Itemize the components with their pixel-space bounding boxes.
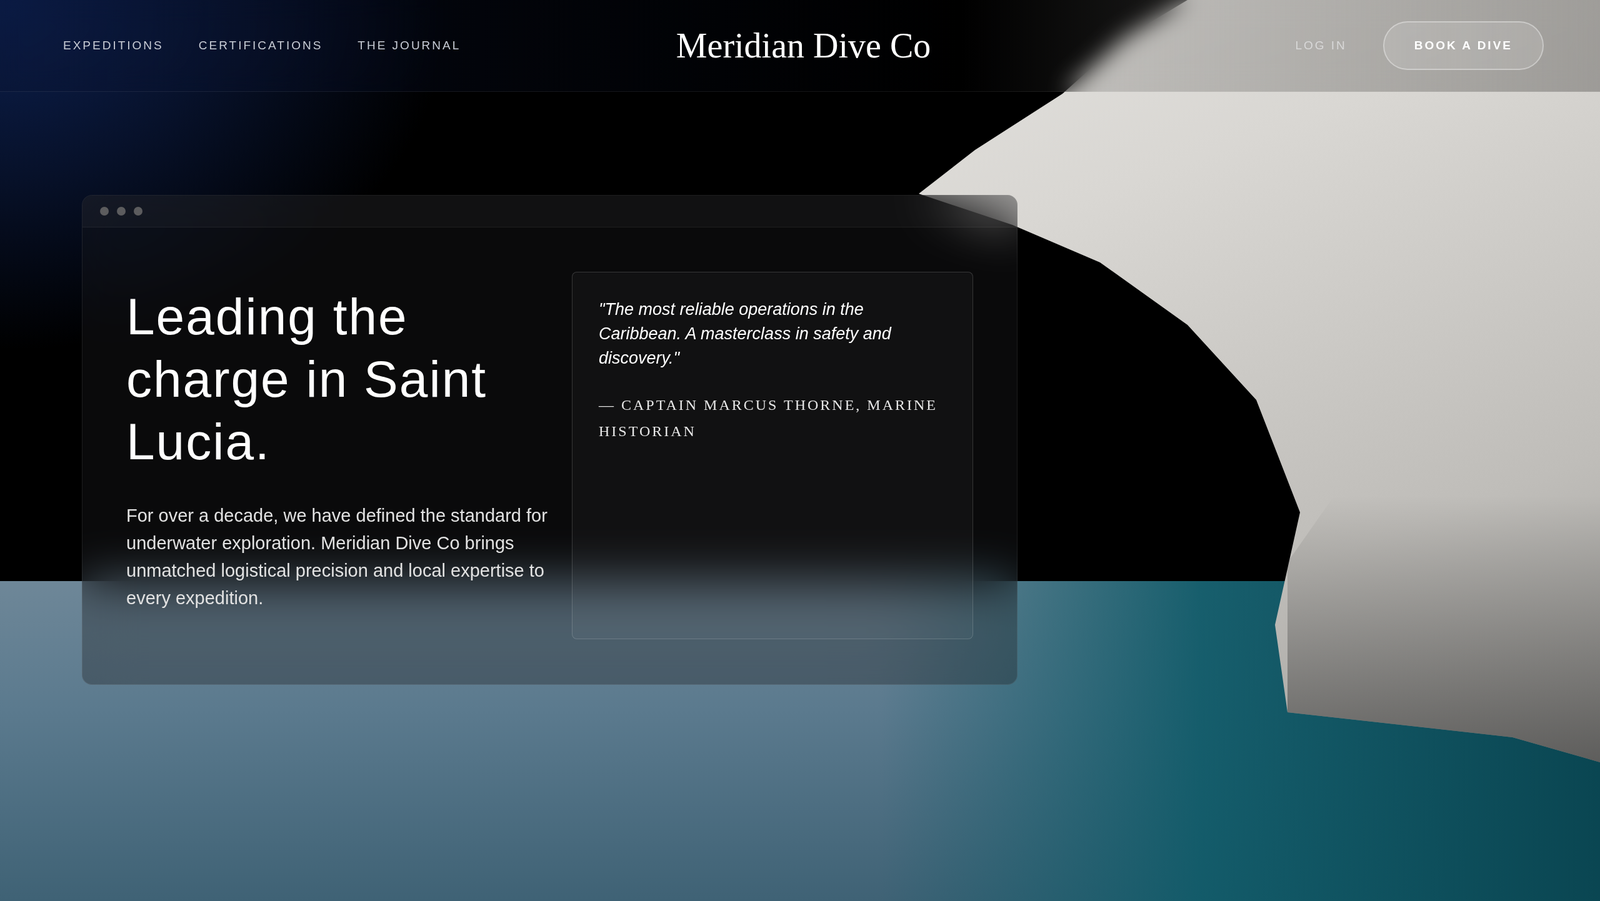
hero-heading: Leading the charge in Saint Lucia. [126,285,554,474]
nav-link[interactable]: THE JOURNAL [357,38,461,53]
hero-body: For over a decade, we have defined the s… [126,501,554,612]
hero-text: Leading the charge in Saint Lucia. For ov… [126,271,572,640]
window-dot [133,206,143,216]
top-nav: EXPEDITIONS CERTIFICATIONS THE JOURNAL Meri… [0,0,1600,92]
hero-card: Leading the charge in Saint Lucia. For ov… [81,195,1018,685]
nav-links: EXPEDITIONS CERTIFICATIONS THE JOURNAL [63,38,677,53]
testimonial-author: — CAPTAIN MARCUS THORNE, MARINE HISTORIA… [598,391,947,445]
window-bar [82,195,1017,228]
nav-actions: LOG IN BOOK A DIVE [930,21,1544,70]
logo[interactable]: Meridian Dive Co [676,25,931,66]
window-dot [116,206,126,216]
landing-page: EXPEDITIONS CERTIFICATIONS THE JOURNAL Meri… [0,0,1600,901]
testimonial-quote: "The most reliable operations in the Car… [598,297,947,371]
nav-link[interactable]: CERTIFICATIONS [198,38,324,53]
login-link[interactable]: LOG IN [1295,38,1347,53]
testimonial: "The most reliable operations in the Car… [571,271,974,640]
window-dot [100,206,109,216]
nav-link[interactable]: EXPEDITIONS [63,38,164,53]
hero: Leading the charge in Saint Lucia. For ov… [0,91,1600,685]
book-dive-button[interactable]: BOOK A DIVE [1383,21,1544,70]
